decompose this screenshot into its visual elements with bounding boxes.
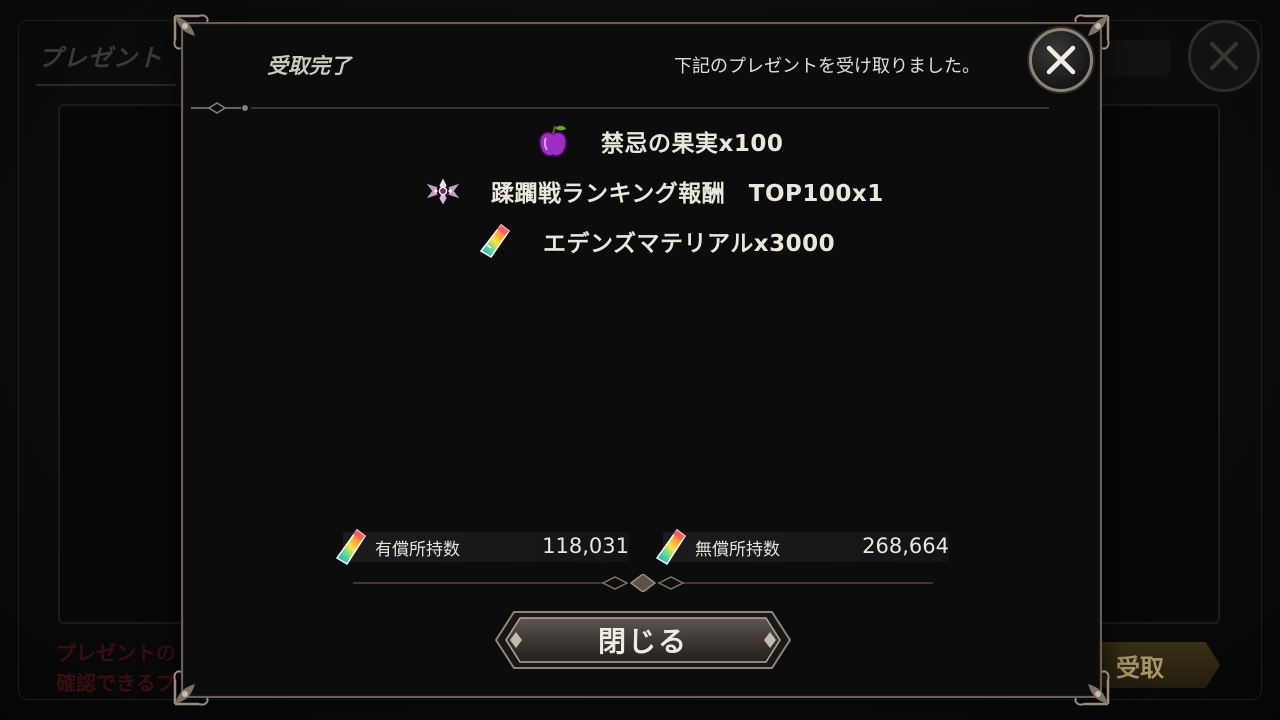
header-divider [191,102,1049,114]
reward-item: 蹂躙戦ランキング報酬 TOP100x1 [425,173,884,209]
currency-balances: 有償所持数 118,031 無償所持数 268,664 [333,522,973,572]
ornament-divider [353,574,933,592]
background-receive-label: 受取 [1116,653,1164,682]
free-balance: 無償所持数 268,664 [653,522,949,572]
free-balance-value: 268,664 [862,534,949,558]
background-notice-line2: 確認できるプ [56,671,176,695]
dialog-close-button[interactable] [1029,28,1093,92]
crystal-icon [335,528,367,566]
dialog-message: 下記のプレゼントを受け取りました。 [674,56,980,77]
paid-balance-value: 118,031 [542,534,629,558]
free-balance-label: 無償所持数 [695,539,780,560]
reward-label: 蹂躙戦ランキング報酬 TOP100x1 [491,181,884,207]
background-notice-line1: プレゼントの [56,641,176,665]
reward-label: 禁忌の果実x100 [601,131,784,157]
background-page-title: プレゼント [38,44,163,72]
paid-balance: 有償所持数 118,031 [333,522,629,572]
close-button-label: 閉じる [597,625,688,658]
background-title-underline [36,84,176,86]
crystal-icon [655,528,687,566]
receive-complete-dialog: 受取完了 下記のプレゼントを受け取りました。 禁忌の果実x100 蹂躙戦ランキン… [173,14,1110,706]
ornament-corner-icon [173,670,209,706]
close-icon [1210,42,1238,70]
ornament-corner-icon [173,14,209,50]
reward-label: エデンズマテリアルx3000 [543,231,836,257]
emblem-icon [425,173,461,209]
apple-icon [535,123,571,159]
dialog-title: 受取完了 [267,54,351,78]
close-button[interactable]: 閉じる [494,610,792,670]
ornament-corner-icon [1074,670,1110,706]
paid-balance-label: 有償所持数 [375,539,460,560]
crystal-icon [477,223,513,259]
background-close-button [1188,20,1260,92]
close-icon [1046,45,1076,75]
reward-item: エデンズマテリアルx3000 [477,223,835,259]
reward-item: 禁忌の果実x100 [535,123,783,159]
background-notice: プレゼントの 確認できるプ [56,638,176,698]
